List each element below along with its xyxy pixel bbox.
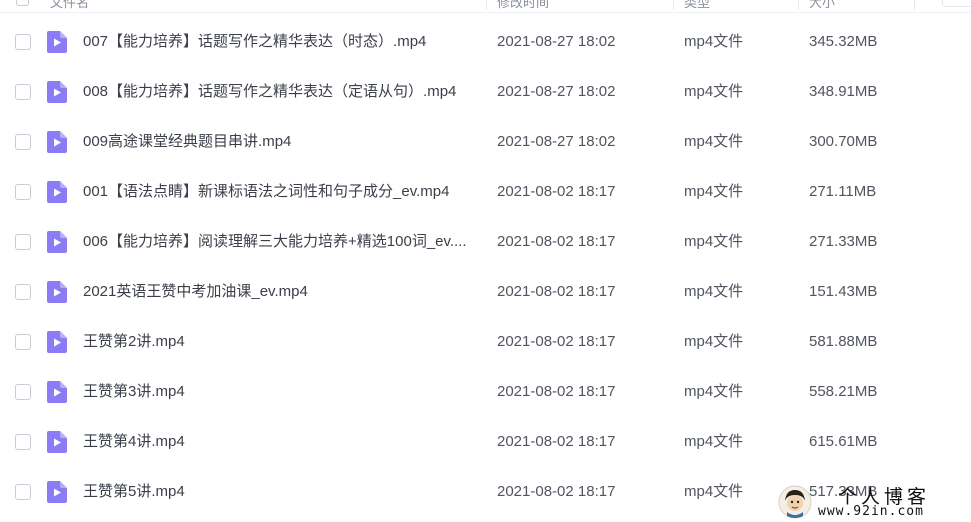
video-file-icon <box>47 381 67 403</box>
file-type: mp4文件 <box>684 333 744 350</box>
file-name[interactable]: 007【能力培养】话题写作之精华表达（时态）.mp4 <box>83 33 478 51</box>
file-list: 007【能力培养】话题写作之精华表达（时态）.mp4 2021-08-27 18:… <box>0 17 971 517</box>
row-checkbox[interactable] <box>15 234 31 250</box>
watermark-url: www.92in.com <box>818 504 924 519</box>
file-row[interactable]: 007【能力培养】话题写作之精华表达（时态）.mp4 2021-08-27 18:… <box>0 17 971 67</box>
column-divider[interactable] <box>486 0 487 10</box>
file-type: mp4文件 <box>684 283 744 300</box>
file-type: mp4文件 <box>684 383 744 400</box>
file-size: 615.61MB <box>809 433 878 450</box>
select-all-checkbox[interactable] <box>16 0 29 6</box>
video-file-icon <box>47 31 67 53</box>
row-checkbox[interactable] <box>15 434 31 450</box>
video-file-icon <box>47 331 67 353</box>
row-checkbox[interactable] <box>15 384 31 400</box>
file-type: mp4文件 <box>684 183 744 200</box>
column-header-size[interactable]: 大小 <box>809 0 835 11</box>
file-size: 151.43MB <box>809 283 878 300</box>
file-name[interactable]: 王赞第5讲.mp4 <box>83 483 478 501</box>
file-modified-time: 2021-08-27 18:02 <box>497 83 616 100</box>
file-name[interactable]: 2021英语王赞中考加油课_ev.mp4 <box>83 283 478 301</box>
file-type: mp4文件 <box>684 83 744 100</box>
file-modified-time: 2021-08-27 18:02 <box>497 133 616 150</box>
video-file-icon <box>47 81 67 103</box>
file-modified-time: 2021-08-02 18:17 <box>497 183 616 200</box>
file-name[interactable]: 王赞第4讲.mp4 <box>83 433 478 451</box>
file-row[interactable]: 009高途课堂经典题目串讲.mp4 2021-08-27 18:02 mp4文件 30… <box>0 117 971 167</box>
file-type: mp4文件 <box>684 483 744 500</box>
file-name[interactable]: 006【能力培养】阅读理解三大能力培养+精选100词_ev.... <box>83 233 478 251</box>
file-type: mp4文件 <box>684 233 744 250</box>
column-header-name[interactable]: 文件名 <box>50 0 89 11</box>
file-size: 348.91MB <box>809 83 878 100</box>
column-divider[interactable] <box>798 0 799 10</box>
video-file-icon <box>47 181 67 203</box>
file-type: mp4文件 <box>684 433 744 450</box>
video-file-icon <box>47 131 67 153</box>
file-row[interactable]: 王赞第3讲.mp4 2021-08-02 18:17 mp4文件 558.21MB <box>0 367 971 417</box>
video-file-icon <box>47 231 67 253</box>
column-divider[interactable] <box>673 0 674 10</box>
column-header-type[interactable]: 类型 <box>684 0 710 11</box>
file-size: 271.11MB <box>809 183 877 200</box>
file-list-header: 文件名 修改时间 类型 大小 <box>0 0 971 13</box>
file-size: 558.21MB <box>809 383 878 400</box>
file-type: mp4文件 <box>684 133 744 150</box>
file-size: 581.88MB <box>809 333 878 350</box>
avatar-icon <box>778 485 812 519</box>
row-checkbox[interactable] <box>15 134 31 150</box>
video-file-icon <box>47 481 67 503</box>
column-divider[interactable] <box>914 0 915 10</box>
file-row[interactable]: 2021英语王赞中考加油课_ev.mp4 2021-08-02 18:17 mp4文… <box>0 267 971 317</box>
file-modified-time: 2021-08-02 18:17 <box>497 233 616 250</box>
file-row[interactable]: 008【能力培养】话题写作之精华表达（定语从句）.mp4 2021-08-27 1… <box>0 67 971 117</box>
file-name[interactable]: 001【语法点睛】新课标语法之词性和句子成分_ev.mp4 <box>83 183 478 201</box>
column-header-modified[interactable]: 修改时间 <box>497 0 549 11</box>
file-modified-time: 2021-08-27 18:02 <box>497 33 616 50</box>
row-checkbox[interactable] <box>15 34 31 50</box>
file-modified-time: 2021-08-02 18:17 <box>497 483 616 500</box>
row-checkbox[interactable] <box>15 334 31 350</box>
file-size: 300.70MB <box>809 133 878 150</box>
file-modified-time: 2021-08-02 18:17 <box>497 383 616 400</box>
file-size: 271.33MB <box>809 233 878 250</box>
row-checkbox[interactable] <box>15 484 31 500</box>
video-file-icon <box>47 281 67 303</box>
file-name[interactable]: 008【能力培养】话题写作之精华表达（定语从句）.mp4 <box>83 83 478 101</box>
file-row[interactable]: 006【能力培养】阅读理解三大能力培养+精选100词_ev.... 2021-08… <box>0 217 971 267</box>
file-row[interactable]: 001【语法点睛】新课标语法之词性和句子成分_ev.mp4 2021-08-02 … <box>0 167 971 217</box>
file-modified-time: 2021-08-02 18:17 <box>497 283 616 300</box>
file-modified-time: 2021-08-02 18:17 <box>497 333 616 350</box>
file-row[interactable]: 王赞第4讲.mp4 2021-08-02 18:17 mp4文件 615.61MB <box>0 417 971 467</box>
column-settings-button[interactable] <box>942 0 971 7</box>
file-size: 345.32MB <box>809 33 878 50</box>
row-checkbox[interactable] <box>15 184 31 200</box>
row-checkbox[interactable] <box>15 284 31 300</box>
file-type: mp4文件 <box>684 33 744 50</box>
row-checkbox[interactable] <box>15 84 31 100</box>
file-modified-time: 2021-08-02 18:17 <box>497 433 616 450</box>
file-name[interactable]: 王赞第2讲.mp4 <box>83 333 478 351</box>
file-row[interactable]: 王赞第2讲.mp4 2021-08-02 18:17 mp4文件 581.88MB <box>0 317 971 367</box>
file-name[interactable]: 009高途课堂经典题目串讲.mp4 <box>83 133 478 151</box>
video-file-icon <box>47 431 67 453</box>
watermark: 个人博客 www.92in.com <box>772 482 971 522</box>
file-name[interactable]: 王赞第3讲.mp4 <box>83 383 478 401</box>
